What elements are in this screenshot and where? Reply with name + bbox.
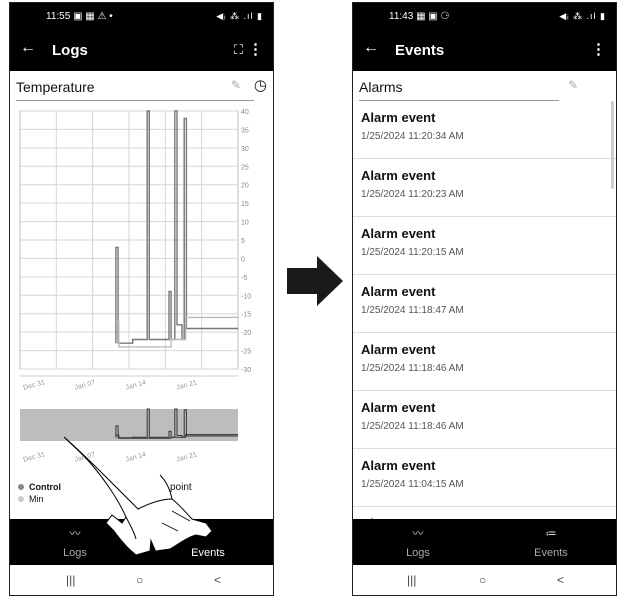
event-timestamp: 1/25/2024 11:18:46 AM <box>361 421 464 432</box>
event-timestamp: 1/25/2024 11:20:15 AM <box>361 247 464 258</box>
transition-arrow-icon <box>287 256 343 306</box>
event-title: Alarm event <box>361 400 436 415</box>
recents-icon[interactable]: ||| <box>407 573 416 587</box>
event-list-item[interactable]: Alarm event 1/25/2024 11:20:23 AM <box>353 159 616 217</box>
overflow-menu-icon[interactable]: ⋮ <box>591 40 606 58</box>
chart-line-icon: 〰 <box>412 528 424 540</box>
event-list[interactable]: Alarm event 1/25/2024 11:20:34 AM Alarm ev… <box>353 101 616 519</box>
event-title: Alarm event <box>361 226 436 241</box>
event-list-item[interactable]: Alarm event 1/25/2024 11:04:15 AM <box>353 449 616 507</box>
event-list-item[interactable]: Alarm event <box>353 507 616 519</box>
event-title: Alarm event <box>361 284 436 299</box>
list-icon: ≔ <box>545 528 557 540</box>
event-list-item[interactable]: Alarm event 1/25/2024 11:18:47 AM <box>353 275 616 333</box>
edit-pencil-icon[interactable]: ✎ <box>568 78 578 92</box>
scrollbar[interactable] <box>611 101 614 189</box>
logs-screen: 11:55 ▣ ▦ ⚠ • ◀ᵢ ⁂ .ıl ▮ ← Logs ⛶ ⋮ Temp… <box>9 2 274 596</box>
nav-logs[interactable]: 〰 Logs <box>373 525 463 559</box>
page-title: Events <box>395 42 445 59</box>
app-bar: ← Events ⋮ <box>353 31 616 71</box>
event-title: Alarm event <box>361 110 436 125</box>
event-timestamp: 1/25/2024 11:18:46 AM <box>361 363 464 374</box>
event-timestamp: 1/25/2024 11:18:47 AM <box>361 305 464 316</box>
status-icons: ◀ᵢ ⁂ .ıl ▮ <box>559 11 606 21</box>
bottom-nav: 〰 Logs ≔ Events <box>353 519 616 565</box>
events-screen: 11:43 ▦ ▣ ⚆ ◀ᵢ ⁂ .ıl ▮ ← Events ⋮ Alarms… <box>352 2 617 596</box>
back-icon[interactable]: < <box>557 573 564 587</box>
back-arrow-icon[interactable]: ← <box>363 39 379 57</box>
event-timestamp: 1/25/2024 11:20:23 AM <box>361 189 464 200</box>
event-title: Alarm event <box>361 168 436 183</box>
section-title: Alarms <box>359 79 403 95</box>
event-list-item[interactable]: Alarm event 1/25/2024 11:20:34 AM <box>353 101 616 159</box>
status-time: 11:43 ▦ ▣ ⚆ <box>389 11 450 22</box>
event-timestamp: 1/25/2024 11:20:34 AM <box>361 131 464 142</box>
event-title: Alarm event <box>361 342 436 357</box>
pointing-hand-icon <box>63 436 213 556</box>
event-timestamp: 1/25/2024 11:04:15 AM <box>361 479 464 490</box>
status-bar: 11:43 ▦ ▣ ⚆ ◀ᵢ ⁂ .ıl ▮ <box>353 3 616 31</box>
system-nav-bar: ||| ○ < <box>353 565 616 595</box>
event-title: Alarm event <box>361 458 436 473</box>
event-list-item[interactable]: Alarm event 1/25/2024 11:18:46 AM <box>353 391 616 449</box>
event-list-item[interactable]: Alarm event 1/25/2024 11:18:46 AM <box>353 333 616 391</box>
home-icon[interactable]: ○ <box>479 573 486 587</box>
nav-label: Events <box>534 547 568 559</box>
section-header: Alarms ✎ <box>353 71 616 101</box>
event-list-item[interactable]: Alarm event 1/25/2024 11:20:15 AM <box>353 217 616 275</box>
nav-events[interactable]: ≔ Events <box>506 525 596 559</box>
nav-label: Logs <box>406 547 430 559</box>
